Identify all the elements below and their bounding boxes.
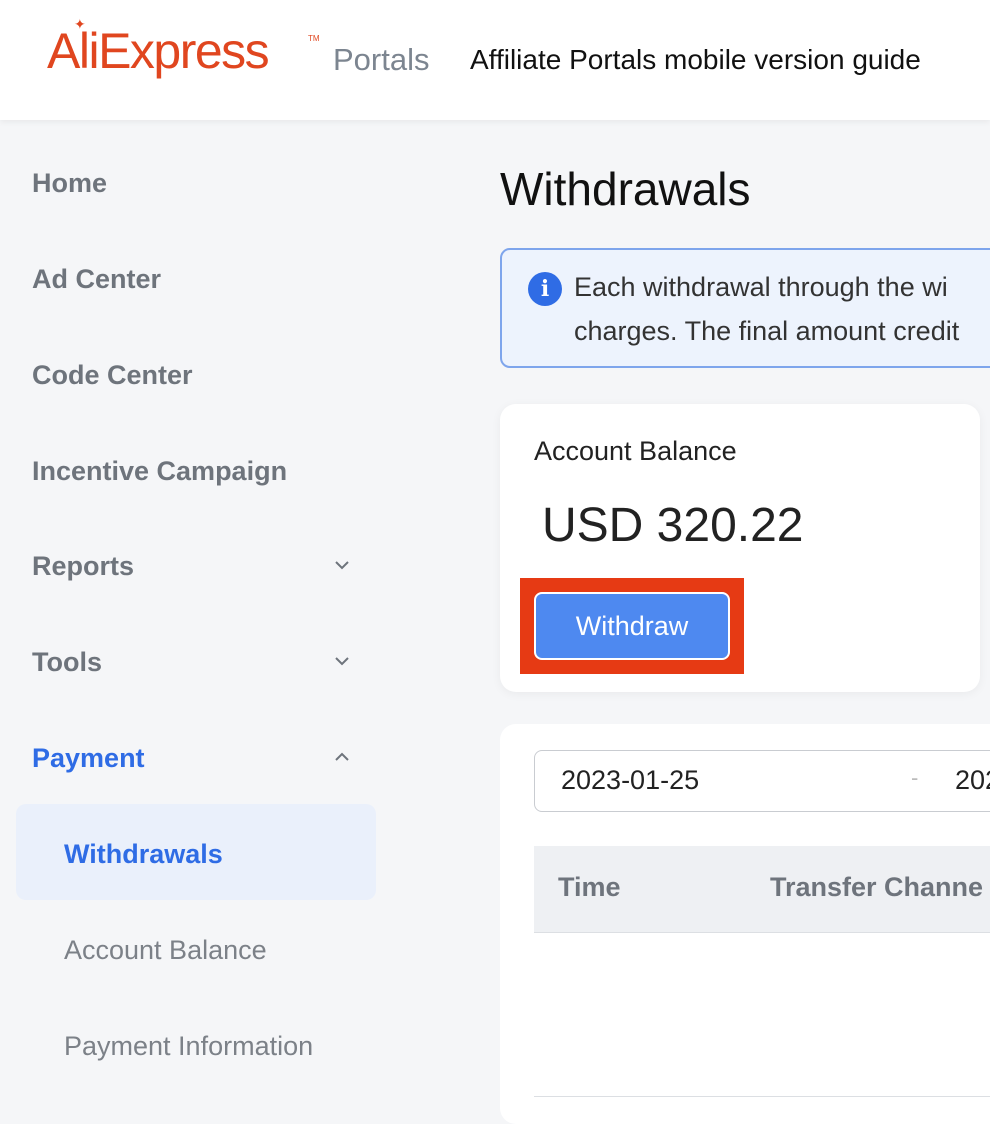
sidebar-item-payment[interactable]: Payment	[32, 738, 362, 778]
notice-text-line-2: charges. The final amount credit	[574, 316, 960, 346]
chevron-down-icon	[332, 642, 352, 682]
sidebar-item-tools[interactable]: Tools	[32, 642, 362, 682]
info-icon: i	[528, 272, 562, 306]
sidebar-item-label: Ad Center	[32, 264, 162, 294]
sidebar-item-home[interactable]: Home	[32, 163, 362, 203]
end-date-value[interactable]: 202	[955, 765, 990, 796]
top-header: AliExpress ✦ TM Portals Affiliate Portal…	[0, 0, 990, 120]
sidebar-item-label: Payment	[32, 743, 145, 773]
balance-label: Account Balance	[534, 436, 737, 466]
sidebar-item-label: Reports	[32, 551, 135, 581]
sidebar-item-label: Tools	[32, 647, 102, 677]
column-header-transfer-channel: Transfer Channe	[770, 872, 984, 902]
sidebar-subitem-payment-information[interactable]: Payment Information	[64, 1026, 313, 1066]
sidebar-item-ad-center[interactable]: Ad Center	[32, 259, 362, 299]
withdrawal-list-card: 2023-01-25 - 202 Time Transfer Channe	[500, 724, 990, 1124]
sidebar: Home Ad Center Code Center Incentive Cam…	[0, 120, 392, 1102]
notice-text-line-1: Each withdrawal through the wi	[574, 272, 948, 302]
chevron-up-icon	[332, 738, 352, 778]
date-separator: -	[911, 765, 919, 790]
logo-star-icon: ✦	[74, 16, 86, 32]
sidebar-subitem-account-balance[interactable]: Account Balance	[64, 930, 267, 970]
balance-amount: USD 320.22	[542, 499, 804, 552]
sidebar-item-label: Home	[32, 168, 108, 198]
sidebar-item-label: Incentive Campaign	[32, 456, 288, 486]
main-content: Withdrawals i Each withdrawal through th…	[392, 120, 990, 1124]
mobile-guide-link[interactable]: Affiliate Portals mobile version guide	[470, 44, 921, 76]
page-title: Withdrawals	[500, 163, 751, 215]
trademark-mark: TM	[308, 34, 320, 43]
sidebar-subitem-withdrawals[interactable]: Withdrawals	[64, 834, 223, 874]
column-header-time: Time	[558, 872, 621, 902]
chevron-down-icon	[332, 546, 352, 586]
start-date-value[interactable]: 2023-01-25	[561, 765, 699, 796]
table-header: Time Transfer Channe	[534, 846, 990, 933]
sidebar-item-reports[interactable]: Reports	[32, 546, 362, 586]
table-divider	[534, 1096, 990, 1097]
portals-label: Portals	[333, 42, 430, 77]
withdrawal-notice: i Each withdrawal through the wi charges…	[500, 248, 990, 368]
sidebar-item-label: Code Center	[32, 360, 193, 390]
account-balance-card: Account Balance USD 320.22 Withdraw	[500, 404, 980, 692]
withdraw-button[interactable]: Withdraw	[536, 594, 728, 658]
date-range-picker[interactable]: 2023-01-25 - 202	[534, 750, 990, 812]
sidebar-item-code-center[interactable]: Code Center	[32, 355, 362, 395]
sidebar-item-incentive-campaign[interactable]: Incentive Campaign	[32, 451, 362, 491]
